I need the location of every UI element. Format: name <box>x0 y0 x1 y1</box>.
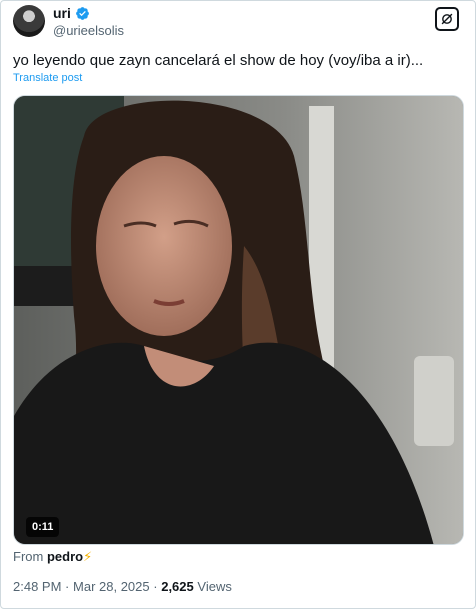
avatar[interactable] <box>13 5 45 37</box>
grok-icon[interactable] <box>435 7 459 31</box>
post-time[interactable]: 2:48 PM <box>13 579 61 594</box>
source-emoji: ⚡ <box>83 549 93 564</box>
meta-separator: · <box>65 579 70 594</box>
author-names: uri @urieelsolis <box>53 5 124 38</box>
display-name[interactable]: uri <box>53 5 71 21</box>
video-player[interactable]: 0:11 <box>13 95 464 545</box>
video-frame <box>14 96 463 544</box>
post-text: yo leyendo que zayn cancelará el show de… <box>13 52 424 69</box>
views-count: 2,625 <box>161 579 194 594</box>
source-prefix: From <box>13 549 44 564</box>
post-date[interactable]: Mar 28, 2025 <box>73 579 150 594</box>
translate-link[interactable]: Translate post <box>13 72 82 84</box>
views-label: Views <box>197 579 232 594</box>
display-name-row: uri <box>53 5 124 21</box>
source-name[interactable]: pedro <box>47 549 83 564</box>
post-header: uri @urieelsolis <box>13 5 463 41</box>
author-handle[interactable]: @urieelsolis <box>53 23 124 38</box>
verified-badge-icon <box>75 6 90 21</box>
post-card: uri @urieelsolis yo leyendo que zayn can… <box>0 0 476 609</box>
video-source: From pedro⚡ <box>13 549 92 565</box>
meta-separator-2: · <box>153 579 158 594</box>
post-meta: 2:48 PM · Mar 28, 2025 · 2,625 Views <box>13 579 232 594</box>
video-duration: 0:11 <box>26 517 60 537</box>
